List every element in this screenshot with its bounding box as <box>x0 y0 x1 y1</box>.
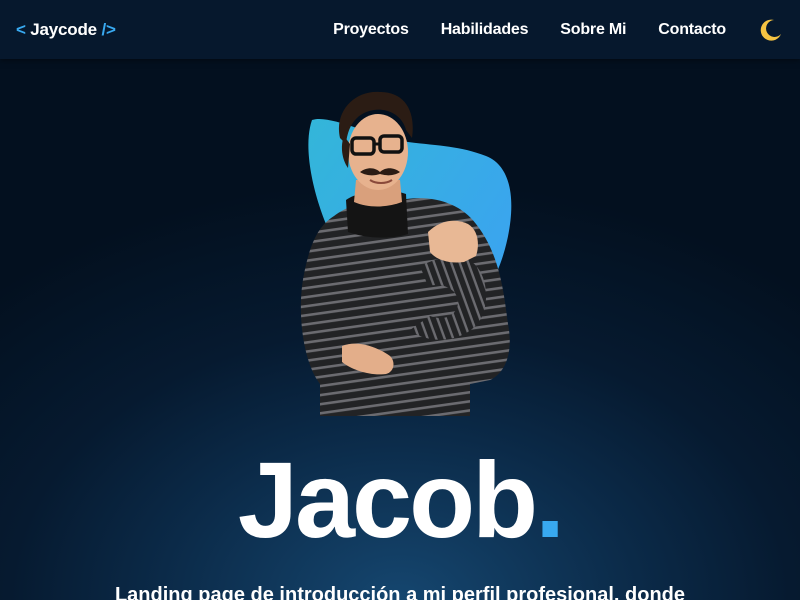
profile-illustration <box>300 91 512 416</box>
nav-link-sobre-mi[interactable]: Sobre Mi <box>560 21 626 39</box>
moon-icon <box>760 19 781 41</box>
theme-toggle-button[interactable] <box>756 16 784 44</box>
brand-name: Jaycode <box>30 19 97 39</box>
nav-link-habilidades[interactable]: Habilidades <box>441 21 529 39</box>
profile-photo <box>290 84 530 420</box>
hero-name-dot: . <box>535 439 565 560</box>
hero-name: Jacob. <box>0 440 800 560</box>
navbar: < Jaycode /> Proyectos Habilidades Sobre… <box>0 0 800 59</box>
hero-name-text: Jacob <box>237 439 538 560</box>
brand-close-tag: /> <box>101 19 116 39</box>
nav-link-contacto[interactable]: Contacto <box>658 21 726 39</box>
hero-subtitle: Landing page de introducción a mi perfil… <box>114 584 686 600</box>
hand <box>428 220 478 263</box>
nav-link-proyectos[interactable]: Proyectos <box>333 21 409 39</box>
brand-logo[interactable]: < Jaycode /> <box>16 20 116 40</box>
nav-menu: Proyectos Habilidades Sobre Mi Contacto <box>333 16 784 44</box>
brand-open-tag: < <box>16 19 26 39</box>
